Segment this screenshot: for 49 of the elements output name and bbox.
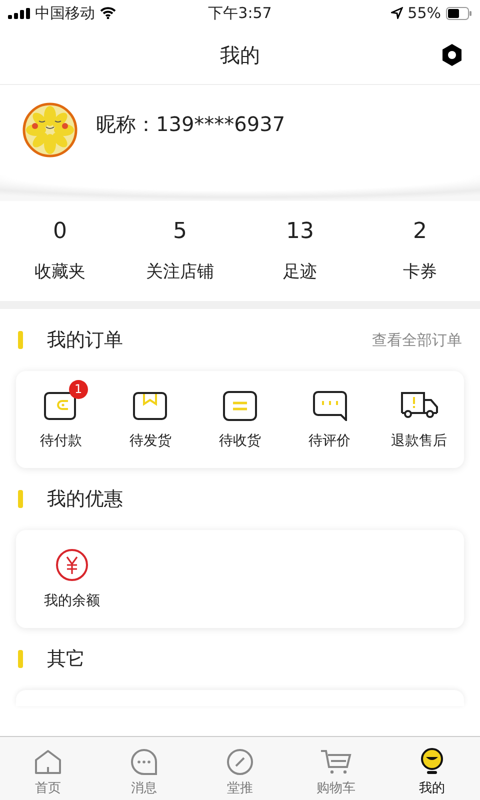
- wallet-icon[interactable]: [44, 392, 78, 420]
- stat-count: 5: [173, 219, 187, 244]
- order-status-label[interactable]: 待评价: [308, 432, 351, 450]
- carrier-name: 中国移动: [35, 4, 95, 22]
- section-title: 我的优惠: [47, 487, 124, 512]
- stat-label[interactable]: 关注店铺: [146, 260, 214, 283]
- yen-coin-icon[interactable]: [55, 548, 89, 582]
- compass-icon: [227, 749, 253, 775]
- settings-icon[interactable]: [440, 43, 464, 67]
- comment-icon[interactable]: [312, 390, 347, 420]
- home-icon: [34, 749, 62, 775]
- tab-bar-item[interactable]: 堂推: [192, 737, 288, 800]
- stat-label[interactable]: 足迹: [283, 260, 317, 283]
- tab-bar-item[interactable]: 首页: [0, 737, 96, 800]
- tab-bar-item[interactable]: 我的: [384, 737, 480, 800]
- view-all-orders-link[interactable]: 查看全部订单: [372, 330, 462, 350]
- box-icon[interactable]: [133, 392, 168, 420]
- wifi-icon: [100, 7, 116, 19]
- stat-label[interactable]: 卡券: [403, 260, 437, 283]
- battery-icon: [446, 6, 472, 20]
- smiley-face-icon: [420, 747, 444, 775]
- status-time: 下午3:57: [208, 4, 272, 22]
- stat-count: 2: [413, 219, 427, 244]
- section-title: 我的订单: [47, 328, 124, 353]
- section-marker: [18, 490, 23, 508]
- equals-box-icon[interactable]: [222, 390, 257, 420]
- chat-bubble-icon: [131, 749, 157, 775]
- tab-bar-item[interactable]: 消息: [96, 737, 192, 800]
- section-title: 其它: [47, 647, 86, 672]
- section-marker: [18, 331, 23, 349]
- stat-count: 0: [53, 219, 67, 244]
- order-status-label[interactable]: 退款售后: [391, 432, 448, 450]
- balance-label[interactable]: 我的余额: [44, 592, 100, 610]
- signal-icon: [8, 8, 30, 18]
- section-marker: [18, 650, 23, 668]
- stat-count: 13: [286, 219, 314, 244]
- stat-label[interactable]: 收藏夹: [34, 260, 86, 283]
- tab-bar-item[interactable]: 购物车: [288, 737, 384, 800]
- order-status-label[interactable]: 待收货: [218, 432, 261, 450]
- location-arrow-icon: [390, 7, 403, 19]
- battery-percent: 55%: [408, 4, 441, 22]
- truck-icon[interactable]: [399, 390, 440, 420]
- cart-icon: [320, 749, 352, 775]
- page-title: 我的: [220, 42, 260, 68]
- order-status-label[interactable]: 待付款: [40, 432, 82, 450]
- lemon-avatar-icon[interactable]: [22, 102, 78, 158]
- order-status-label[interactable]: 待发货: [129, 432, 172, 450]
- nickname: 昵称：139****6937: [96, 111, 286, 138]
- count-badge: 1: [68, 380, 88, 398]
